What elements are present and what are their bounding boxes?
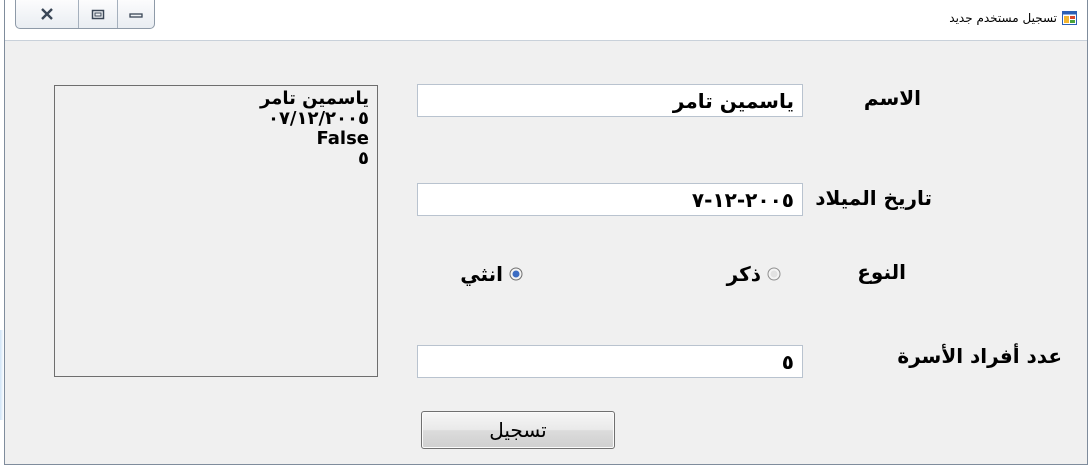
app-window: تسجيل مستخدم جديد ياسمين تامر ٠٧/١٢/٢٠٠٥… [4,0,1088,465]
caption-buttons [15,0,155,29]
name-label: الاسم [863,86,921,110]
birthdate-input[interactable]: ٢٠٠٥-١٢-٧ [417,183,803,216]
submit-button[interactable]: تسجيل [421,411,615,449]
form-icon [1062,11,1077,25]
gender-radio-female[interactable]: انثي [460,262,523,286]
minimize-icon [129,13,143,18]
maximize-icon [91,9,105,19]
gender-radio-male[interactable]: ذكر [727,262,781,286]
gender-female-label: انثي [460,262,503,286]
window-title: تسجيل مستخدم جديد [949,11,1057,25]
family-count-label: عدد أفراد الأسرة [897,344,1062,368]
family-count-input[interactable]: ٥ [417,345,803,378]
close-button[interactable] [16,0,79,28]
gender-male-label: ذكر [726,262,761,286]
output-listbox[interactable]: ياسمين تامر ٠٧/١٢/٢٠٠٥ False ٥ [54,85,378,377]
list-item[interactable]: ٥ [63,149,369,169]
list-item[interactable]: False [63,129,369,149]
title-bar: تسجيل مستخدم جديد [5,0,1087,41]
minimize-button[interactable] [118,0,154,28]
close-icon [41,8,53,20]
maximize-button[interactable] [79,0,118,28]
list-item[interactable]: ياسمين تامر [63,89,369,109]
title-area: تسجيل مستخدم جديد [949,8,1077,28]
radio-selected-icon [509,267,523,281]
gender-label: النوع [857,260,906,284]
radio-unselected-icon [767,267,781,281]
birthdate-label: تاريخ الميلاد [815,186,932,210]
name-input[interactable]: ياسمين تامر [417,84,803,117]
list-item[interactable]: ٠٧/١٢/٢٠٠٥ [63,109,369,129]
